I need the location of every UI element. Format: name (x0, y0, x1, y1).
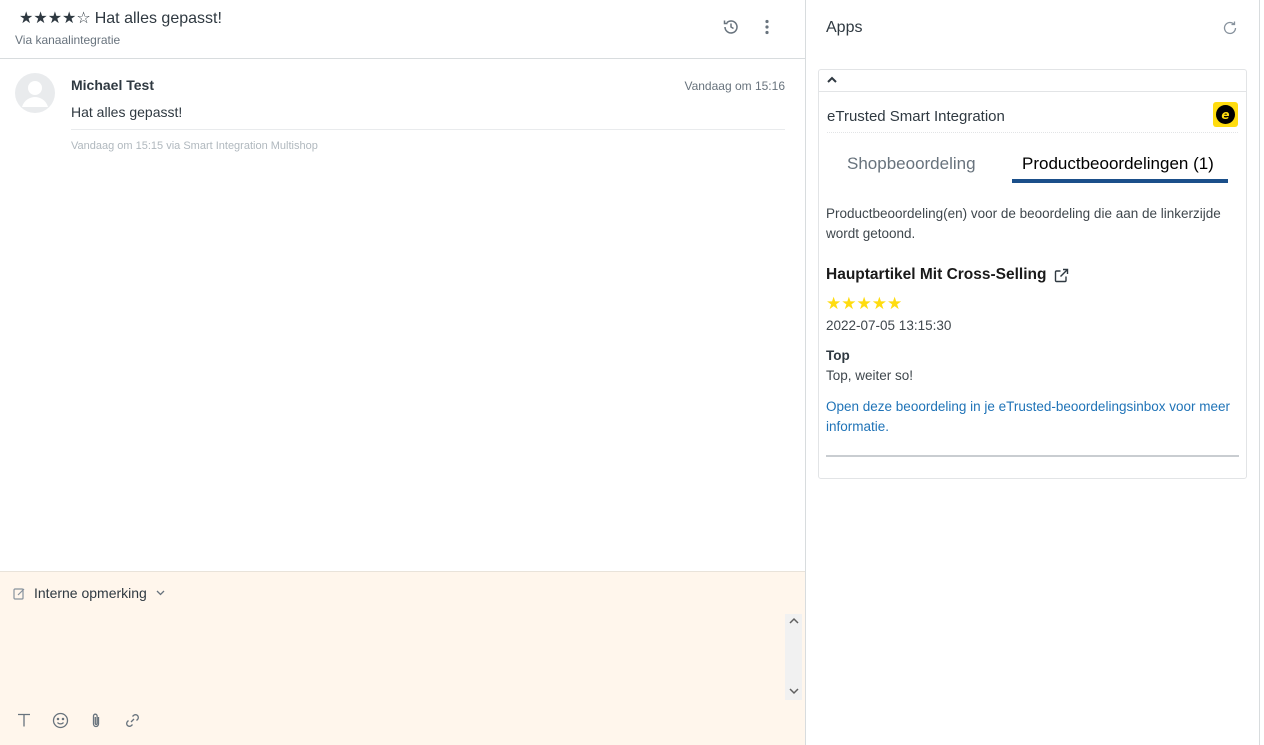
text-format-icon[interactable] (14, 710, 34, 730)
message-body: Hat alles gepasst! (71, 104, 183, 120)
product-title[interactable]: Hauptartikel Mit Cross-Selling (826, 266, 1069, 284)
internal-note-icon (13, 587, 26, 600)
review-headline: Top (826, 348, 850, 363)
ticket-panel: ★★★★☆ Hat alles gepasst! Via kanaalintegr… (0, 0, 806, 745)
scroll-up-arrow[interactable] (785, 614, 802, 628)
message-author[interactable]: Michael Test (71, 77, 154, 93)
chevron-up-icon[interactable] (826, 73, 840, 87)
app-card: eTrusted Smart Integration e Shopbeoorde… (818, 69, 1247, 479)
external-link-icon[interactable] (1054, 268, 1069, 283)
emoji-icon[interactable] (50, 710, 70, 730)
history-icon[interactable] (720, 16, 742, 38)
ticket-rating-stars: ★★★★☆ (19, 10, 91, 27)
message-timestamp: Vandaag om 15:16 (684, 79, 785, 93)
composer-textarea[interactable] (0, 614, 785, 704)
composer: Interne opmerking (0, 571, 805, 745)
card-bottom-divider (826, 455, 1239, 457)
etrusted-logo: e (1213, 102, 1238, 127)
apps-panel: Apps eTrusted Smart Integration e Shopbe… (806, 0, 1260, 745)
open-review-link[interactable]: Open deze beoordeling in je eTrusted-beo… (826, 397, 1246, 437)
tab-productbeoordelingen[interactable]: Productbeoordelingen (1) (1022, 154, 1214, 174)
tab-shopbeoordeling[interactable]: Shopbeoordeling (847, 154, 976, 174)
ticket-channel: Via kanaalintegratie (15, 33, 121, 47)
review-date: 2022-07-05 13:15:30 (826, 318, 952, 333)
attachment-icon[interactable] (86, 710, 106, 730)
message-meta: Vandaag om 15:15 via Smart Integration M… (71, 140, 318, 152)
tab-description: Productbeoordeling(en) voor de beoordeli… (826, 206, 1221, 241)
active-tab-indicator (1012, 179, 1228, 183)
app-collapse-toggle[interactable] (819, 70, 1246, 92)
app-name: eTrusted Smart Integration (827, 108, 1005, 125)
refresh-icon[interactable] (1220, 18, 1240, 38)
app-header-divider (827, 132, 1238, 133)
chevron-down-icon (155, 585, 166, 601)
product-title-text[interactable]: Hauptartikel Mit Cross-Selling (826, 266, 1046, 284)
ticket-title: ★★★★☆ Hat alles gepasst! (19, 8, 222, 28)
composer-mode-dropdown[interactable]: Interne opmerking (13, 585, 166, 601)
link-icon[interactable] (122, 710, 142, 730)
avatar (15, 73, 55, 113)
svg-text:e: e (1221, 108, 1229, 122)
review-rating-stars: ★★★★★ (826, 294, 903, 313)
scroll-down-arrow[interactable] (785, 684, 802, 698)
apps-panel-title: Apps (826, 19, 863, 36)
ticket-subject: Hat alles gepasst! (94, 10, 222, 27)
ticket-header: ★★★★☆ Hat alles gepasst! Via kanaalintegr… (0, 0, 805, 59)
message-divider (71, 129, 785, 130)
composer-scrollbar[interactable] (785, 614, 802, 700)
composer-mode-label: Interne opmerking (34, 585, 147, 601)
review-text: Top, weiter so! (826, 368, 914, 383)
more-vertical-icon[interactable] (756, 16, 778, 38)
